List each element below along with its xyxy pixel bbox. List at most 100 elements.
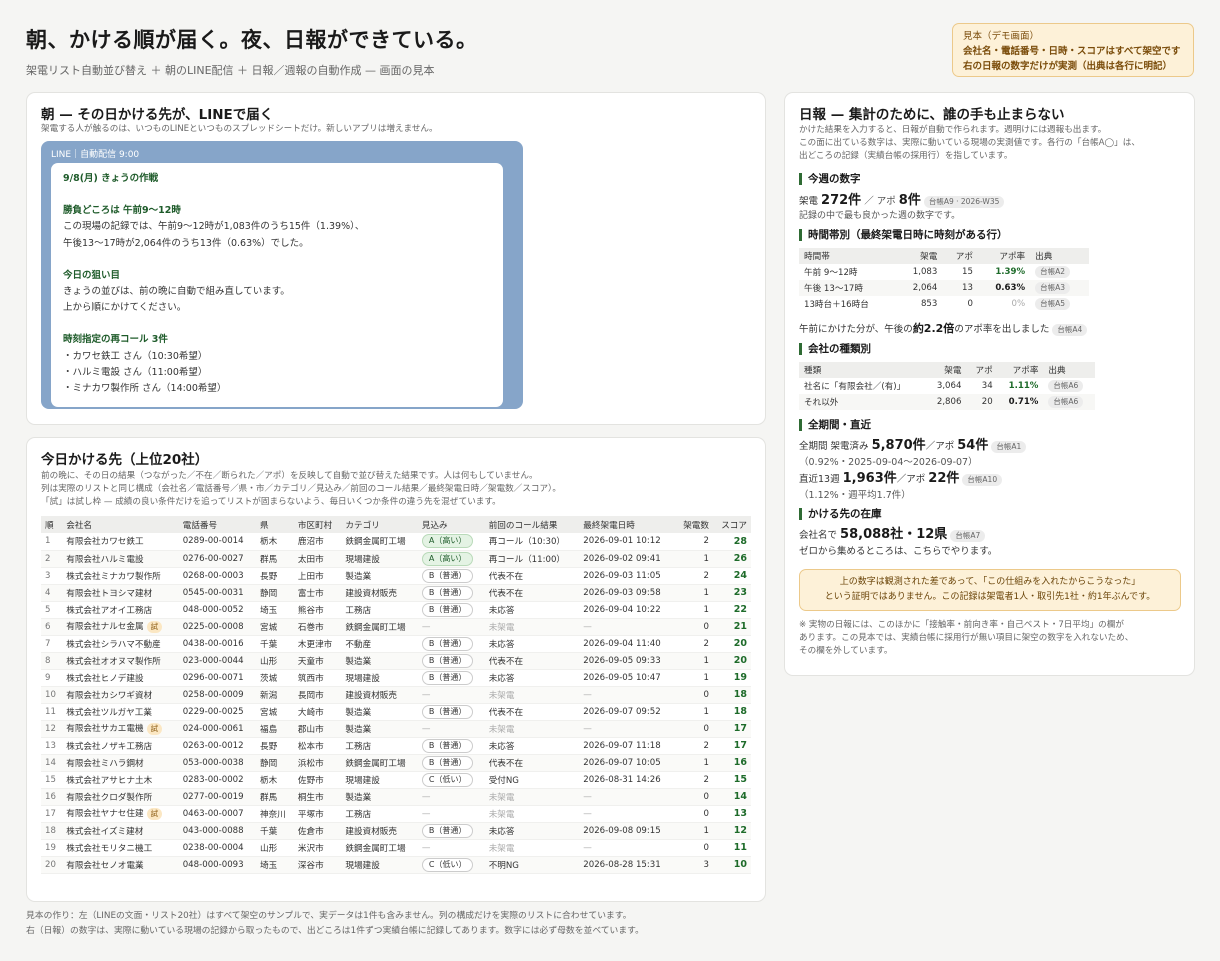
calls-cell: 2 bbox=[675, 567, 713, 585]
date-cell: 2026-09-04 11:40 bbox=[579, 635, 676, 653]
table-row[interactable]: 6 有限会社ナルセ金属試 0225-00-0008 宮城 石巻市 鉄鋼金属町工場 — 未架電 —… bbox=[41, 618, 751, 636]
table-row[interactable]: 11 株式会社ツルガヤ工業 0229-00-0025 宮城 大崎市 製造業 B（普通） 代表不… bbox=[41, 703, 751, 721]
rank-cell: 20 bbox=[41, 856, 63, 874]
rank-cell: 3 bbox=[41, 567, 63, 585]
demo-notice-line: 会社名・電話番号・日時・スコアはすべて架空です bbox=[963, 46, 1181, 57]
table-row[interactable]: 2 有限会社ハルミ電設 0276-00-0027 群馬 太田市 現場建設 A（高い） 再コール… bbox=[41, 550, 751, 568]
rank-cell: 11 bbox=[41, 703, 63, 721]
category-cell: 鉄鋼金属町工場 bbox=[341, 839, 418, 857]
city-cell: 長岡市 bbox=[293, 686, 342, 704]
desc-line: 出どころの記録（実績台帳の採用行）を指しています。 bbox=[799, 151, 1013, 161]
company-cell: 有限会社サカエ電機試 bbox=[62, 720, 179, 738]
prefecture-cell: 栃木 bbox=[255, 533, 294, 551]
date-cell: — bbox=[579, 788, 676, 806]
category-cell: 建設資材販売 bbox=[341, 822, 418, 840]
score-cell: 20 bbox=[713, 652, 751, 670]
score-cell: 12 bbox=[713, 822, 751, 840]
category-cell: 鉄鋼金属町工場 bbox=[341, 618, 418, 636]
rank-cell: 13 bbox=[41, 737, 63, 755]
table-row: 午後 13〜17時 2,064 13 0.63% 台帳A3 bbox=[799, 280, 1089, 296]
company-name: 株式会社アサヒナ土木 bbox=[66, 775, 153, 786]
table-row[interactable]: 7 株式会社シラハマ不動産 0438-00-0016 千葉 木更津市 不動産 B（普通） 未応… bbox=[41, 635, 751, 653]
table-row[interactable]: 18 株式会社イズミ建材 043-000-0088 千葉 佐倉市 建設資材販売 B（普通） 未… bbox=[41, 822, 751, 840]
date-cell: — bbox=[579, 686, 676, 704]
calls-cell: 1 bbox=[675, 703, 713, 721]
table-row[interactable]: 5 株式会社アオイ工務店 048-000-0052 埼玉 熊谷市 工務店 B（普通） 未応答 2… bbox=[41, 601, 751, 619]
prefecture-cell: 群馬 bbox=[255, 550, 294, 568]
type-label: 社名に「有限会社／(有)」 bbox=[804, 382, 906, 392]
time-table: 時間帯 架電 アポ アポ率 出典 午前 9〜12時 1,083 15 1.39% 台帳A2 午後 … bbox=[799, 248, 1089, 312]
rank-cell: 16 bbox=[41, 788, 63, 806]
company-name: 有限会社セノオ電業 bbox=[66, 860, 144, 871]
prospect-value: — bbox=[421, 689, 431, 700]
result-cell: 代表不在 bbox=[484, 703, 580, 721]
prospect-pill: B（普通） bbox=[421, 636, 474, 651]
table-row[interactable]: 19 株式会社モリタニ機工 0238-00-0004 山形 米沢市 鉄鋼金属町工場 — 未架電… bbox=[41, 839, 751, 857]
table-row[interactable]: 16 有限会社クロダ製作所 0277-00-0019 群馬 桐生市 製造業 — 未架電 —0 14 bbox=[41, 788, 751, 806]
prospect-pill: B（普通） bbox=[421, 670, 474, 685]
city-cell: 石巻市 bbox=[293, 618, 342, 636]
aim-label: 今日の狙い目 bbox=[63, 269, 121, 281]
prospect-cell: — bbox=[417, 618, 485, 636]
appo-cell: 0 bbox=[967, 299, 973, 309]
source-tag: 台帳A10 bbox=[962, 473, 1003, 486]
prefecture-cell: 群馬 bbox=[255, 788, 294, 806]
result-cell: 未架電 bbox=[484, 788, 580, 806]
table-row[interactable]: 17 有限会社ヤナセ住建試 0463-00-0007 神奈川 平塚市 工務店 — 未架電 —0 1… bbox=[41, 805, 751, 823]
result-cell: 未応答 bbox=[484, 669, 580, 687]
trial-badge: 試 bbox=[146, 723, 163, 735]
table-row[interactable]: 3 株式会社ミナカワ製作所 0268-00-0003 長野 上田市 製造業 B（普通） 代表不… bbox=[41, 567, 751, 585]
company-cell: 有限会社カシワギ資材 bbox=[62, 686, 179, 704]
all-appo: 54件 bbox=[957, 438, 989, 453]
category-cell: 工務店 bbox=[341, 805, 418, 823]
table-row[interactable]: 4 有限会社トヨシマ建材 0545-00-0031 静岡 富士市 建設資材販売 B（普通） 代… bbox=[41, 584, 751, 602]
prefecture-cell: 長野 bbox=[255, 737, 294, 755]
prefecture-cell: 千葉 bbox=[255, 635, 294, 653]
score-cell: 19 bbox=[713, 669, 751, 687]
rate-cell: 0.63% bbox=[977, 280, 1031, 296]
table-row[interactable]: 14 有限会社ミハラ鋼材 053-000-0038 静岡 浜松市 鉄鋼金属町工場 B（普通）… bbox=[41, 754, 751, 772]
category-cell: 工務店 bbox=[341, 737, 418, 755]
list-title: 今日かける先（上位20社） bbox=[41, 452, 209, 468]
category-cell: 建設資材販売 bbox=[341, 686, 418, 704]
column-header: 県 bbox=[255, 516, 294, 533]
prospect-cell: C（低い） bbox=[417, 856, 485, 874]
category-cell: 現場建設 bbox=[341, 771, 418, 789]
city-cell: 浜松市 bbox=[293, 754, 342, 772]
score-cell: 15 bbox=[713, 771, 751, 789]
table-row[interactable]: 8 株式会社オオヌマ製作所 023-000-0044 山形 天童市 製造業 B（普通） 代表不… bbox=[41, 652, 751, 670]
prefecture-cell: 栃木 bbox=[255, 771, 294, 789]
company-cell: 株式会社シラハマ不動産 bbox=[62, 635, 179, 653]
prospect-pill: B（普通） bbox=[421, 568, 474, 583]
column-header: アポ bbox=[966, 362, 998, 378]
table-row[interactable]: 10 有限会社カシワギ資材 0258-00-0009 新潟 長岡市 建設資材販売 — 未架電 —… bbox=[41, 686, 751, 704]
score-cell: 18 bbox=[713, 703, 751, 721]
calls-cell: 2,806 bbox=[926, 394, 967, 410]
table-row[interactable]: 13 株式会社ノザキ工務店 0263-00-0012 長野 松本市 工務店 B（普通） 未応答… bbox=[41, 737, 751, 755]
company-cell: 有限会社ヤナセ住建試 bbox=[62, 805, 179, 823]
appo-cell: 15 bbox=[962, 267, 973, 277]
score-cell: 13 bbox=[713, 805, 751, 823]
column-header: アポ率 bbox=[997, 362, 1044, 378]
table-row[interactable]: 1 有限会社カワセ鉄工 0289-00-0014 栃木 鹿沼市 鉄鋼金属町工場 A（高い） 再… bbox=[41, 533, 751, 551]
table-row[interactable]: 9 株式会社ヒノデ建設 0296-00-0071 茨城 筑西市 現場建設 B（普通） 未応答 2… bbox=[41, 669, 751, 687]
phone-cell: 024-000-0061 bbox=[178, 720, 256, 738]
date-cell: 2026-09-01 10:12 bbox=[579, 533, 676, 551]
table-row[interactable]: 12 有限会社サカエ電機試 024-000-0061 福島 郡山市 製造業 — 未架電 —0 17 bbox=[41, 720, 751, 738]
demo-notice: 見本（デモ画面） 会社名・電話番号・日時・スコアはすべて架空です 右の日報の数字… bbox=[952, 23, 1194, 77]
type-table: 種類 架電 アポ アポ率 出典 社名に「有限会社／(有)」 3,064 34 1.11% 台帳A… bbox=[799, 362, 1095, 410]
company-cell: 有限会社セノオ電業 bbox=[62, 856, 179, 874]
table-row[interactable]: 15 株式会社アサヒナ土木 0283-00-0002 栃木 佐野市 現場建設 C（低い） 受付… bbox=[41, 771, 751, 789]
city-cell: 筑西市 bbox=[293, 669, 342, 687]
calls-cell: 0 bbox=[675, 788, 713, 806]
city-cell: 平塚市 bbox=[293, 805, 342, 823]
prefecture-cell: 山形 bbox=[255, 839, 294, 857]
table-row[interactable]: 20 有限会社セノオ電業 048-000-0093 埼玉 深谷市 現場建設 C（低い） 不明N… bbox=[41, 856, 751, 874]
rank-cell: 4 bbox=[41, 584, 63, 602]
source-tag: 台帳A7 bbox=[950, 529, 986, 542]
date-cell: 2026-09-07 09:52 bbox=[579, 703, 676, 721]
category-cell: 製造業 bbox=[341, 567, 418, 585]
prospect-pill: A（高い） bbox=[421, 551, 474, 566]
column-header: アポ率 bbox=[977, 248, 1031, 264]
table-row: 社名に「有限会社／(有)」 3,064 34 1.11% 台帳A6 bbox=[799, 378, 1095, 394]
